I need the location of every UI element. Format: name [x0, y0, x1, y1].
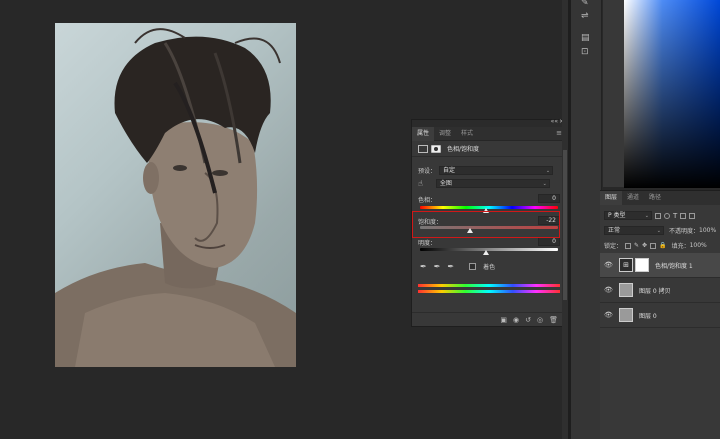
filter-type-icon[interactable]: T — [673, 212, 677, 220]
filter-smart-icon[interactable] — [689, 212, 696, 219]
layer-filter-row: P 类型 ⌄ T — [604, 211, 720, 220]
layer-name[interactable]: 色相/饱和度 1 — [655, 261, 693, 270]
layer-filter-dropdown[interactable]: P 类型 ⌄ — [604, 211, 652, 220]
adjustment-header: 色相/饱和度 — [412, 141, 566, 157]
adjust-sliders-icon[interactable]: ⇌ — [581, 11, 589, 21]
layer-name[interactable]: 图层 0 — [639, 311, 657, 320]
adjustment-layer-thumbnail: ⊞ — [619, 258, 633, 272]
layer-thumbnail — [619, 308, 633, 322]
reset-icon[interactable]: ↺ — [525, 316, 531, 324]
blend-mode-value: 正常 — [608, 227, 621, 234]
tab-styles[interactable]: 样式 — [456, 127, 478, 141]
opacity-value[interactable]: 100% — [699, 227, 716, 234]
properties-tabs: 属性 调整 样式 ≡ — [412, 126, 566, 141]
chevron-down-icon: ⌄ — [644, 213, 649, 219]
scrollbar-thumb[interactable] — [563, 150, 567, 300]
lock-transparent-icon[interactable] — [625, 242, 632, 249]
document-icon[interactable]: ▤ — [581, 33, 590, 43]
properties-footer: ▣ ◉ ↺ ◎ 🗑 — [412, 312, 566, 326]
collapse-icon[interactable]: «« — [551, 118, 558, 125]
tab-paths[interactable]: 路径 — [644, 191, 666, 205]
channel-value: 全图 — [439, 180, 452, 187]
filter-shape-icon[interactable] — [680, 212, 687, 219]
preset-row: 预设： 自定 ⌄ — [418, 166, 554, 175]
tab-properties[interactable]: 属性 — [412, 126, 435, 141]
adjustment-layer-icon[interactable] — [418, 144, 428, 153]
lock-label: 锁定： — [604, 243, 623, 250]
layer-name[interactable]: 图层 0 拷贝 — [639, 286, 671, 295]
eyedropper-icon[interactable]: ✒ — [420, 262, 427, 271]
channel-dropdown[interactable]: 全图 ⌄ — [435, 179, 550, 188]
layers-panel: 图层 通道 路径 P 类型 ⌄ T 正常 ⌄ 不透明度： 100% 锁定： ✎ … — [600, 190, 720, 439]
fill-label: 填充： — [671, 243, 690, 250]
source-color-bar — [418, 284, 560, 287]
colorize-label: 着色 — [483, 264, 496, 271]
eye-icon[interactable]: 👁 — [602, 311, 615, 319]
tab-adjustments[interactable]: 调整 — [434, 127, 456, 141]
filter-pixel-icon[interactable] — [655, 212, 661, 219]
lock-move-icon[interactable]: ✥ — [642, 242, 647, 249]
visibility-icon[interactable]: ◎ — [537, 316, 543, 324]
fill-value[interactable]: 100% — [690, 242, 707, 249]
result-color-bar — [418, 290, 560, 293]
eye-icon[interactable]: 👁 — [602, 261, 615, 269]
brush-icon[interactable]: ✎ — [581, 0, 589, 8]
tab-layers[interactable]: 图层 — [600, 191, 623, 205]
eyedropper-plus-icon[interactable]: ✒ — [434, 262, 441, 271]
tab-channels[interactable]: 通道 — [622, 191, 644, 205]
lock-row: 锁定： ✎ ✥ 🔒 填充： 100% — [604, 241, 720, 250]
mask-icon[interactable] — [431, 144, 441, 153]
preset-value: 自定 — [443, 167, 456, 174]
opacity-label: 不透明度： — [669, 228, 700, 235]
layers-tabs: 图层 通道 路径 — [600, 191, 720, 205]
clip-to-layer-icon[interactable]: ▣ — [500, 316, 507, 324]
chevron-down-icon: ⌄ — [545, 168, 551, 174]
lock-paint-icon[interactable]: ✎ — [634, 242, 639, 249]
eye-icon[interactable]: 👁 — [602, 286, 615, 294]
colorize-checkbox[interactable] — [469, 263, 477, 270]
lightness-value-field[interactable]: 0 — [538, 237, 560, 246]
blend-mode-dropdown[interactable]: 正常 ⌄ — [604, 226, 664, 235]
hue-slider-track[interactable] — [420, 206, 558, 209]
lock-artboard-icon[interactable] — [650, 242, 657, 249]
color-panel — [603, 0, 720, 188]
preset-dropdown[interactable]: 自定 ⌄ — [439, 166, 554, 175]
layer-row-hue-saturation[interactable]: 👁 ⊞ 色相/饱和度 1 — [600, 253, 720, 278]
lightness-slider-track[interactable] — [420, 248, 558, 251]
lightness-slider-thumb[interactable] — [483, 250, 489, 255]
layer-filter-value: P 类型 — [608, 212, 626, 219]
portrait-photo — [55, 23, 296, 367]
filter-adjustment-icon[interactable] — [664, 212, 670, 219]
chevron-down-icon: ⌄ — [656, 228, 661, 234]
view-previous-icon[interactable]: ◉ — [513, 316, 519, 324]
color-picker-field[interactable] — [624, 0, 720, 188]
eyedropper-row: ✒ ✒ ✒ 着色 — [420, 262, 495, 271]
lightness-label: 明度： — [418, 240, 437, 247]
layer-row-layer0-copy[interactable]: 👁 图层 0 拷贝 — [600, 278, 720, 303]
lock-all-icon[interactable]: 🔒 — [659, 242, 666, 249]
layer-mask-thumbnail[interactable] — [635, 258, 649, 272]
panel-icon-strip: ✎ ⇌ ▤ ⊡ — [571, 0, 602, 439]
saturation-highlight-box — [412, 211, 560, 238]
crop-icon[interactable]: ⊡ — [581, 47, 589, 57]
layer-thumbnail — [619, 283, 633, 297]
hue-value-field[interactable]: 0 — [538, 194, 560, 203]
hue-label: 色相： — [418, 197, 437, 204]
adjustment-title: 色相/饱和度 — [447, 146, 480, 153]
hand-tool-icon[interactable]: ☝ — [418, 179, 423, 188]
eyedropper-minus-icon[interactable]: ✒ — [447, 262, 454, 271]
preset-label: 预设： — [418, 168, 437, 175]
blend-row: 正常 ⌄ 不透明度： 100% — [604, 226, 720, 235]
trash-icon[interactable]: 🗑 — [549, 316, 558, 324]
channel-row: ☝ 全图 ⌄ — [418, 179, 550, 188]
layer-row-layer0[interactable]: 👁 图层 0 — [600, 303, 720, 328]
chevron-down-icon: ⌄ — [542, 181, 547, 187]
